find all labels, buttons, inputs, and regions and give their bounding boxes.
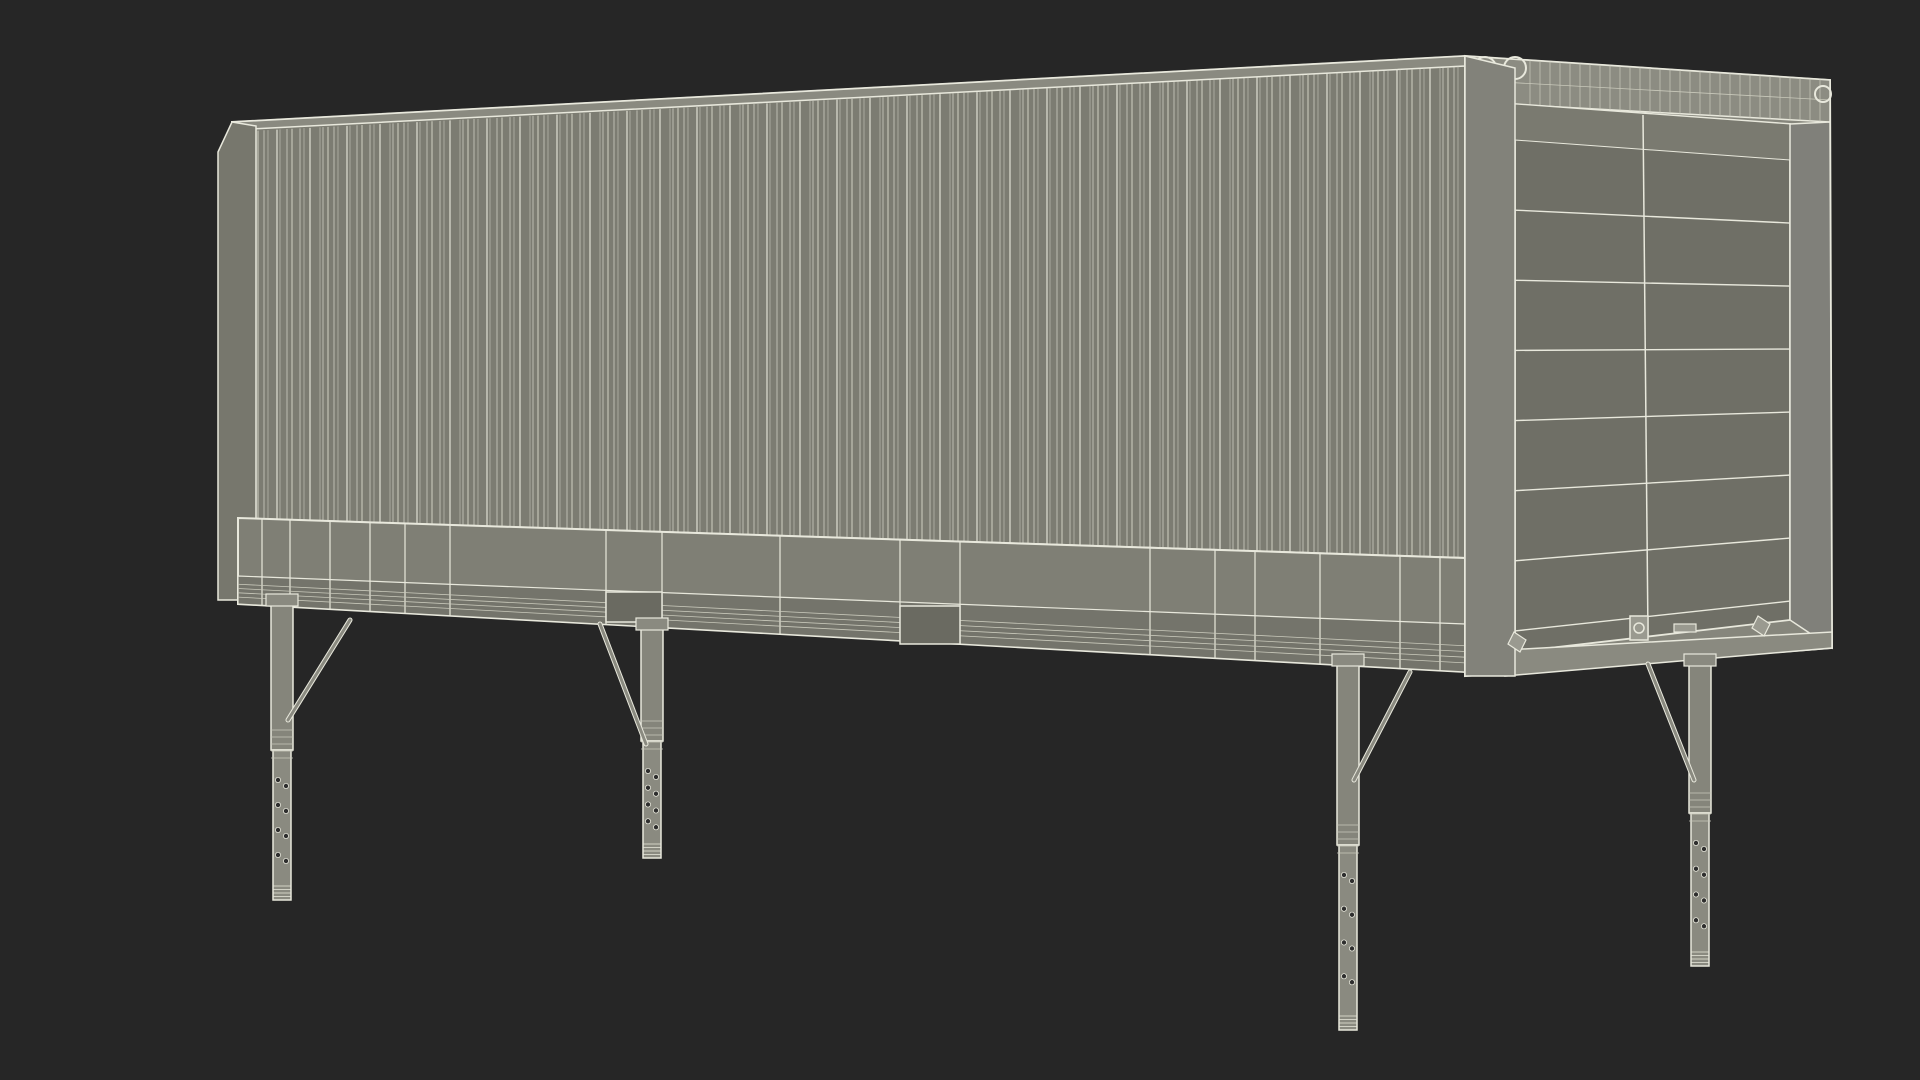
- support-leg: [597, 617, 669, 859]
- leg-hole: [653, 790, 660, 797]
- leg-hole: [1693, 891, 1700, 898]
- leg-inner-tube: [642, 740, 662, 859]
- leg-hole: [1693, 840, 1700, 847]
- leg-bracket: [635, 617, 669, 631]
- door-handle-icon: [1673, 623, 1697, 633]
- leg-hole: [1349, 979, 1356, 986]
- leg-hole: [1349, 911, 1356, 918]
- leg-hole: [1701, 871, 1708, 878]
- leg-hole: [274, 852, 281, 859]
- leg-hole: [1349, 945, 1356, 952]
- leg-hole: [653, 807, 660, 814]
- leg-hole: [1341, 939, 1348, 946]
- leg-bracket: [1683, 653, 1717, 667]
- leg-hole: [1701, 846, 1708, 853]
- rear-door-panel: [1514, 103, 1791, 654]
- leg-hole: [1693, 865, 1700, 872]
- leg-bracket: [265, 593, 299, 607]
- container-rear-end: [1464, 54, 1834, 678]
- leg-hole: [645, 801, 652, 808]
- leg-hole: [645, 768, 652, 775]
- leg-brace: [598, 622, 648, 746]
- leg-outer-tube: [1688, 659, 1712, 814]
- leg-hole: [274, 802, 281, 809]
- leg-hole: [1701, 923, 1708, 930]
- leg-brace: [1352, 670, 1412, 782]
- leg-outer-tube: [1336, 659, 1360, 846]
- container-side-wall: [217, 54, 1466, 674]
- leg-hole: [1341, 872, 1348, 879]
- leg-hole: [274, 827, 281, 834]
- leg-hole: [645, 818, 652, 825]
- leg-hole: [1341, 905, 1348, 912]
- leg-hole: [1341, 973, 1348, 980]
- leg-hole: [653, 774, 660, 781]
- leg-hole: [282, 858, 289, 865]
- leg-hole: [653, 824, 660, 831]
- leg-bracket: [1331, 653, 1365, 667]
- leg-hole: [282, 833, 289, 840]
- leg-brace: [1646, 662, 1696, 782]
- rear-left-post: [1464, 55, 1516, 677]
- leg-hole: [1701, 897, 1708, 904]
- leg-inner-tube: [1690, 812, 1710, 967]
- leg-outer-tube: [270, 599, 294, 751]
- leg-outer-tube: [640, 623, 664, 742]
- rear-right-post: [1789, 121, 1833, 650]
- viewport: [0, 0, 1920, 1080]
- support-leg: [1645, 653, 1717, 967]
- leg-hole: [645, 784, 652, 791]
- leg-inner-tube: [272, 749, 292, 901]
- leg-brace: [286, 618, 352, 722]
- leg-hole: [282, 808, 289, 815]
- leg-hole: [274, 777, 281, 784]
- support-leg: [265, 593, 353, 901]
- leg-inner-tube: [1338, 844, 1358, 1031]
- door-latch-icon: [1629, 615, 1649, 641]
- support-leg: [1331, 653, 1413, 1031]
- leg-hole: [282, 783, 289, 790]
- forklift-pocket-rear: [899, 605, 961, 645]
- leg-hole: [1349, 878, 1356, 885]
- leg-hole: [1693, 917, 1700, 924]
- container-scene: [217, 54, 1834, 1031]
